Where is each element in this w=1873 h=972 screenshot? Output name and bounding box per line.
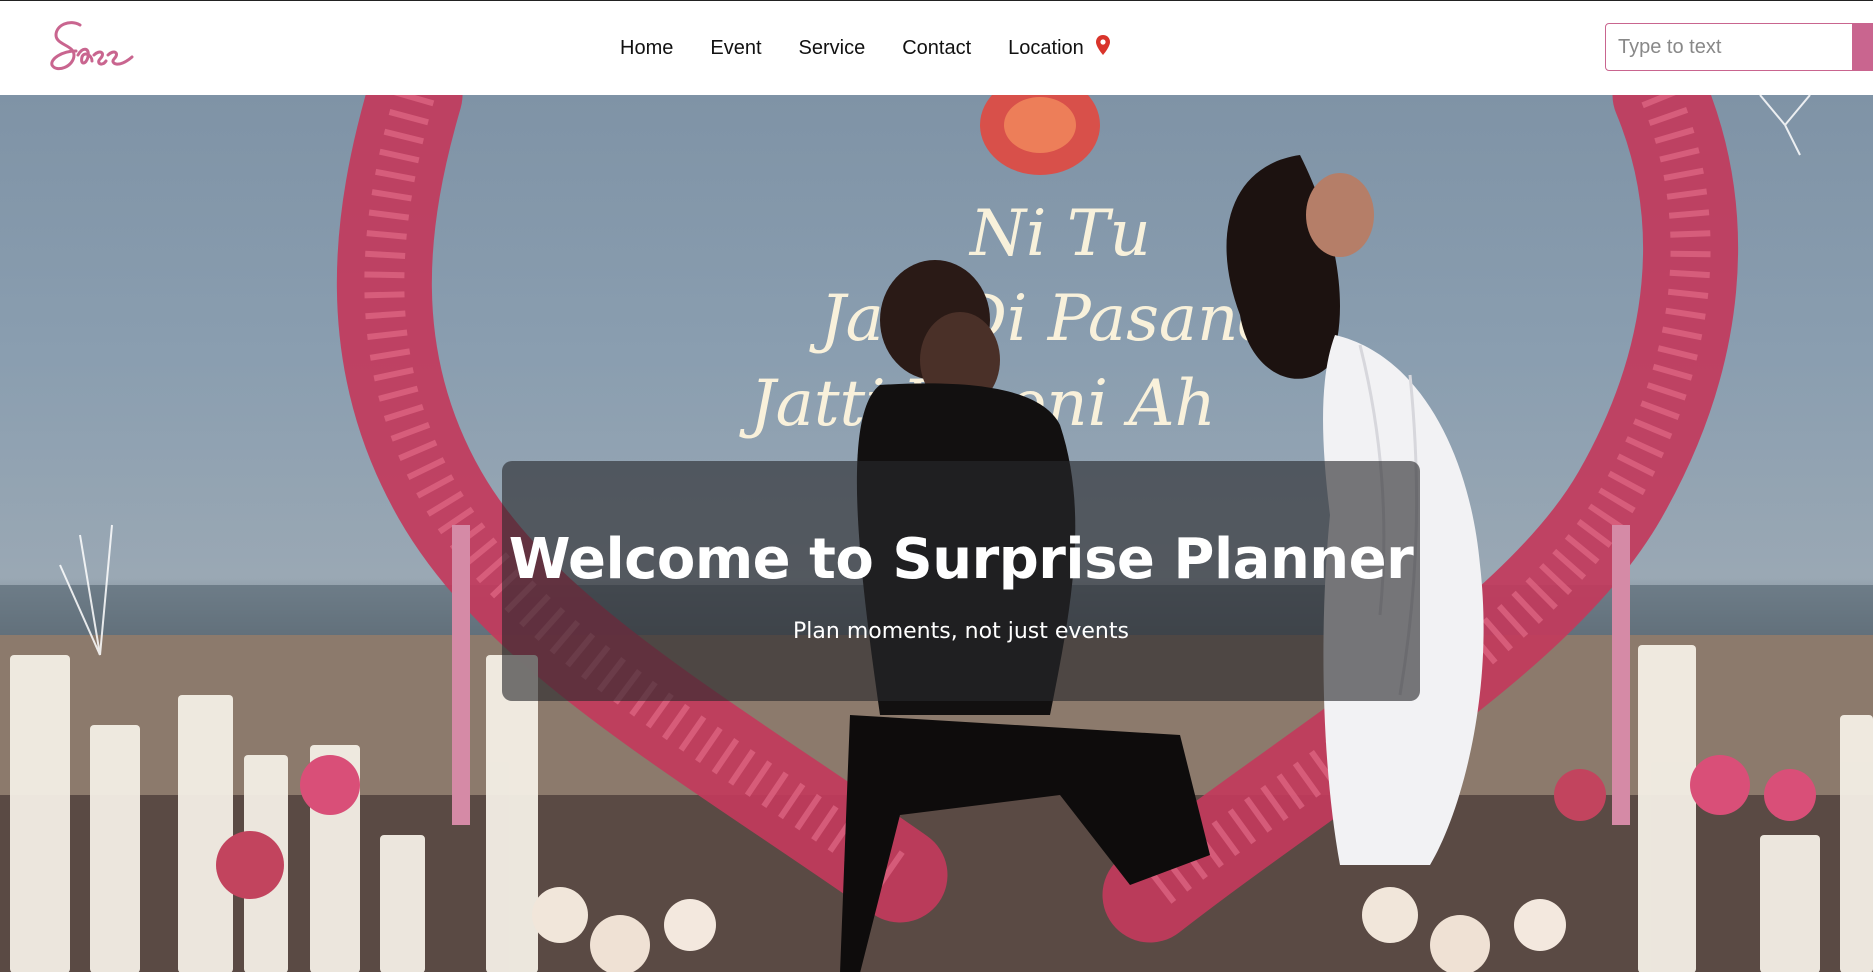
hero-overlay-card: Welcome to Surprise Planner Plan moments… (502, 461, 1420, 701)
svg-text:Ni Tu: Ni Tu (968, 197, 1151, 271)
hero-title: Welcome to Surprise Planner (508, 527, 1414, 592)
search-button[interactable] (1853, 23, 1873, 71)
sass-logo-icon (50, 21, 134, 71)
nav-location-label: Location (1008, 36, 1084, 59)
navbar: Home Event Service Contact Location (0, 1, 1873, 95)
location-pin-icon (1095, 35, 1110, 55)
hero-banner: Ni Tu Jatt Di Pasand Jatti Viyoni Ah (0, 95, 1873, 972)
nav-event-link[interactable]: Event (710, 37, 761, 60)
nav-home-link[interactable]: Home (620, 37, 673, 60)
nav-location-link[interactable]: Location (1008, 35, 1110, 60)
page: Home Event Service Contact Location Type… (0, 0, 1873, 972)
search-bar (1605, 23, 1873, 71)
hero-subtitle: Plan moments, not just events (793, 619, 1129, 644)
nav-contact-link[interactable]: Contact (902, 37, 971, 60)
svg-text:Jatt Di Pasand: Jatt Di Pasand (809, 282, 1279, 356)
search-input[interactable] (1605, 23, 1853, 71)
main-nav: Home Event Service Contact Location (620, 1, 1147, 95)
sass-logo[interactable] (48, 11, 138, 81)
nav-service-link[interactable]: Service (799, 37, 866, 60)
